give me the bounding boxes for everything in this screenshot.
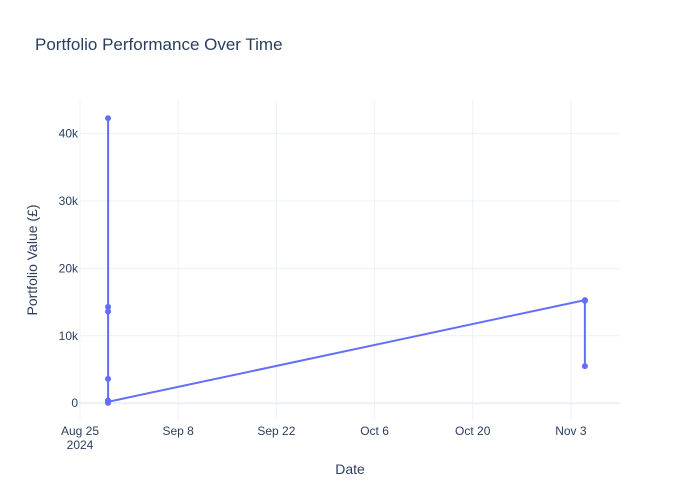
x-tick-label: Sep 8 — [163, 424, 195, 438]
y-tick-label: 40k — [59, 127, 79, 141]
y-tick-label: 0 — [71, 396, 78, 410]
series-line — [107, 118, 586, 404]
y-tick-label: 20k — [59, 261, 79, 275]
data-point — [105, 308, 112, 315]
data-point — [581, 363, 588, 370]
data-point — [105, 398, 112, 405]
chart-title: Portfolio Performance Over Time — [35, 35, 283, 54]
y-tick-label: 10k — [59, 329, 79, 343]
data-point — [105, 375, 112, 382]
x-tick-label: Oct 6 — [360, 424, 389, 438]
series-layer — [105, 115, 588, 406]
data-point — [581, 297, 588, 304]
data-point — [105, 115, 112, 122]
x-tick-label: Nov 3 — [555, 424, 587, 438]
grid-layer — [79, 100, 620, 420]
x-tick-sublabel: 2024 — [67, 438, 94, 452]
y-axis-title: Portfolio Value (£) — [24, 204, 40, 315]
x-tick-label: Sep 22 — [257, 424, 295, 438]
x-tick-label: Aug 25 — [61, 424, 99, 438]
x-tick-label: Oct 20 — [455, 424, 491, 438]
chart: Portfolio Performance Over Time Aug 2520… — [24, 35, 620, 477]
y-tick-label: 30k — [59, 194, 79, 208]
x-axis-title: Date — [335, 461, 365, 477]
